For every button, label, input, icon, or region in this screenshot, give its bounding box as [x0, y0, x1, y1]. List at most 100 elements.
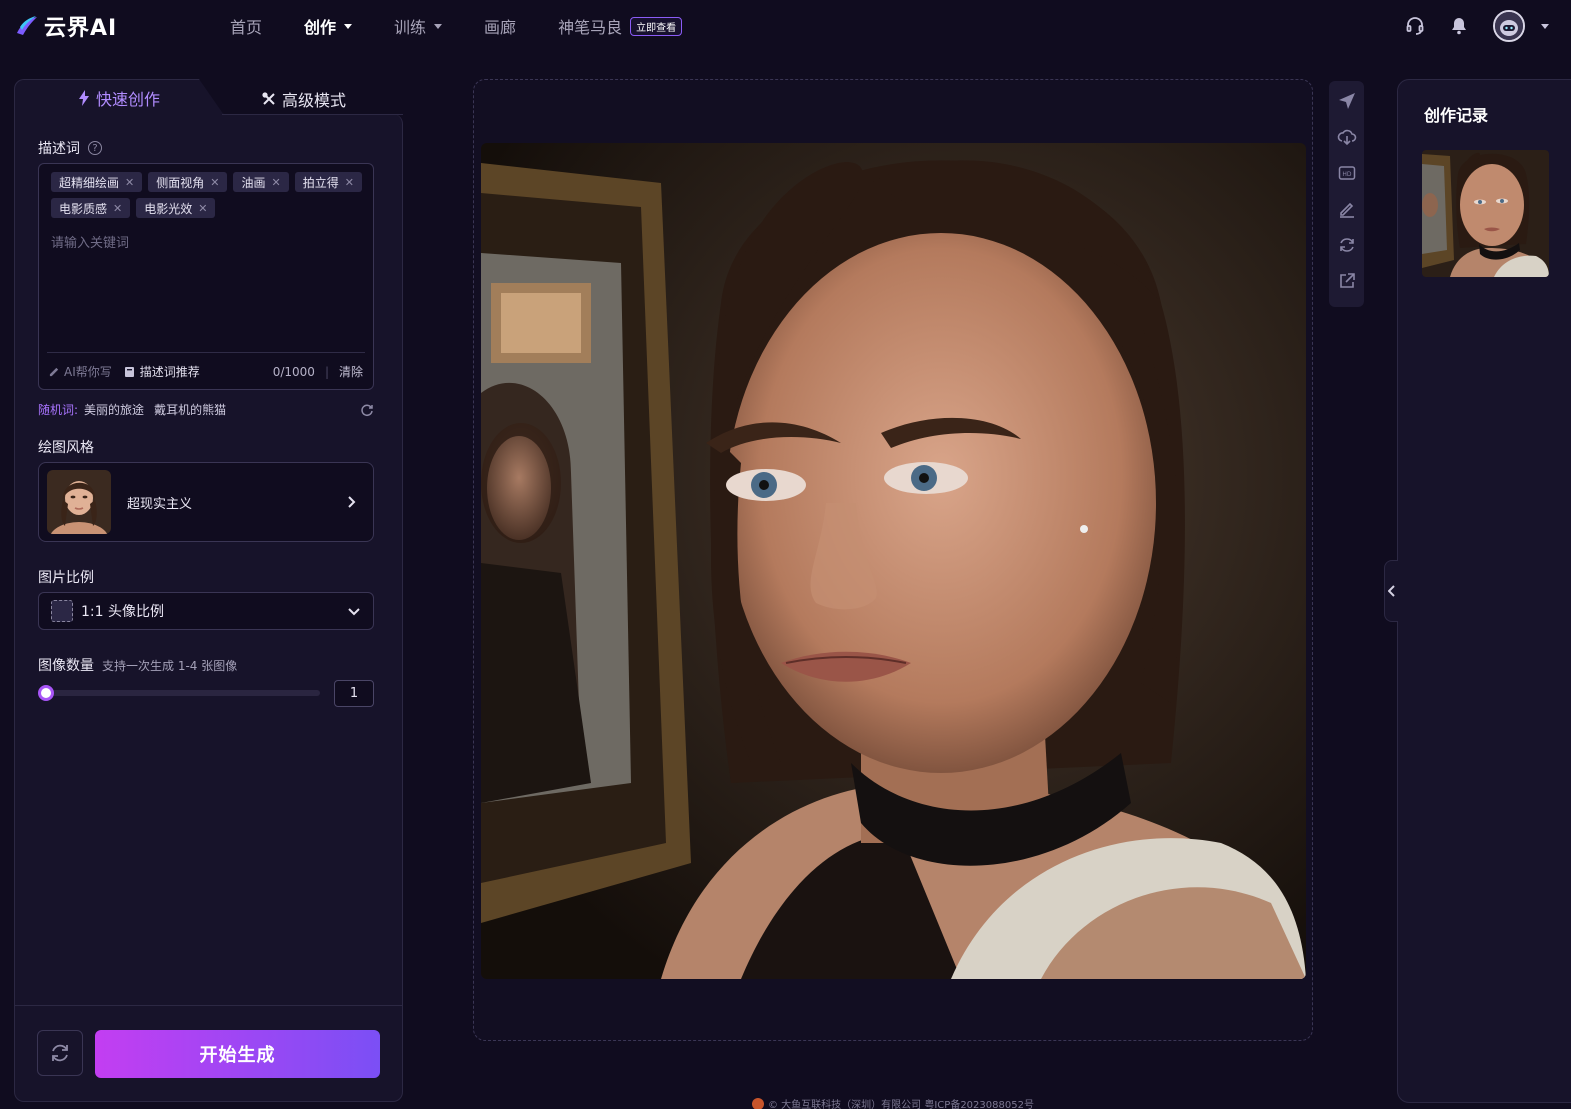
prompt-box[interactable]: 超精细绘画 ✕ 侧面视角 ✕ 油画 ✕ 拍立得 ✕ 电影质感 ✕ 电影光效 ✕ 请输入关键词… [38, 163, 374, 390]
history-title: 创作记录 [1424, 106, 1489, 125]
prompt-label-row: 描述词 ? [38, 138, 102, 158]
prompt-tag-label: 电影光效 [144, 201, 193, 216]
regenerate-icon[interactable] [1337, 235, 1357, 255]
prompt-tag-label: 电影质感 [59, 201, 108, 216]
headset-icon[interactable] [1405, 16, 1425, 36]
tab-advanced-mode-label: 高级模式 [282, 91, 347, 110]
nav-create[interactable]: 创作 [304, 14, 353, 38]
close-icon[interactable]: ✕ [345, 176, 354, 189]
nav-gallery-label: 画廊 [484, 18, 517, 37]
bell-icon[interactable] [1449, 16, 1469, 36]
prompt-tag: 油画 ✕ [233, 172, 289, 192]
prompt-tag: 电影光效 ✕ [136, 198, 216, 218]
prompt-recommend-button[interactable]: 描述词推荐 [124, 363, 200, 380]
prompt-input[interactable]: 请输入关键词 [51, 232, 129, 251]
cloud-download-icon[interactable] [1337, 127, 1357, 147]
prompt-tags: 超精细绘画 ✕ 侧面视角 ✕ 油画 ✕ 拍立得 ✕ 电影质感 ✕ 电影光效 ✕ [51, 172, 367, 218]
send-icon[interactable] [1337, 91, 1357, 111]
style-thumbnail [47, 470, 111, 534]
tab-quick-create-label: 快速创作 [95, 89, 160, 109]
new-badge[interactable]: 立即查看 [630, 16, 683, 36]
ratio-value: 1:1 头像比例 [81, 604, 164, 620]
prompt-tag: 拍立得 ✕ [294, 172, 362, 192]
avatar-robot-icon [1495, 12, 1523, 40]
prompt-label: 描述词 [38, 141, 80, 157]
logo[interactable]: 云界AI [14, 10, 117, 42]
style-selector[interactable]: 超现实主义 [38, 462, 374, 542]
share-icon[interactable] [1337, 271, 1357, 291]
random-word[interactable]: 美丽的旅途 [84, 401, 144, 418]
nav-train-label: 训练 [394, 18, 427, 37]
generate-button[interactable]: 开始生成 [95, 1030, 380, 1078]
close-icon[interactable]: ✕ [210, 176, 219, 189]
edit-icon[interactable] [1337, 199, 1357, 219]
tab-divider [222, 114, 403, 115]
separator: | [324, 364, 329, 379]
ai-write-button[interactable]: AI帮你写 [49, 363, 112, 380]
refresh-icon[interactable] [360, 403, 374, 417]
reset-button[interactable] [37, 1030, 83, 1076]
tools-icon [262, 92, 275, 105]
footer: © 大鱼互联科技（深圳）有限公司 粤ICP备2023088052号 [752, 1096, 1034, 1109]
random-words-label: 随机词: [38, 403, 79, 417]
ratio-label: 图片比例 [38, 570, 94, 586]
nav-home[interactable]: 首页 [230, 14, 262, 38]
prompt-tag: 超精细绘画 ✕ [51, 172, 143, 192]
close-icon[interactable]: ✕ [113, 202, 122, 215]
help-icon[interactable]: ? [88, 141, 102, 155]
char-count: 0/1000 [272, 364, 315, 379]
generated-image[interactable] [481, 143, 1306, 979]
nav-magic-brush-label: 神笔马良 [558, 18, 623, 37]
image-count-input[interactable]: 1 [334, 680, 374, 707]
clear-button[interactable]: 清除 [339, 363, 363, 380]
close-icon[interactable]: ✕ [271, 176, 280, 189]
random-word[interactable]: 戴耳机的熊猫 [154, 401, 226, 418]
history-thumbnail[interactable] [1422, 150, 1549, 277]
image-count-note: 支持一次生成 1-4 张图像 [102, 658, 238, 673]
image-count-slider[interactable] [46, 690, 320, 696]
nav-magic-brush[interactable]: 神笔马良 立即查看 [558, 14, 683, 38]
panel-divider [15, 1005, 402, 1006]
police-badge-icon [752, 1097, 764, 1109]
ratio-select[interactable]: 1:1 头像比例 [38, 592, 374, 630]
nav-gallery[interactable]: 画廊 [484, 14, 516, 38]
svg-text:HD: HD [1342, 171, 1352, 178]
nav-home-label: 首页 [230, 18, 263, 37]
top-bar: 云界AI 首页 创作 训练 画廊 神笔马良 立即查看 [0, 0, 1571, 52]
image-toolbar: HD [1329, 81, 1364, 307]
chevron-right-icon [348, 496, 356, 508]
prompt-divider [47, 352, 365, 353]
top-right-actions [1405, 10, 1549, 42]
tab-advanced-mode[interactable]: 高级模式 [262, 87, 346, 111]
close-icon[interactable]: ✕ [125, 176, 134, 189]
style-name: 超现实主义 [127, 496, 193, 512]
mode-tabs: 快速创作 高级模式 [14, 79, 403, 115]
refresh-icon [52, 1044, 68, 1062]
book-icon [124, 366, 134, 377]
lightning-icon [78, 89, 89, 106]
chevron-left-icon [1387, 585, 1395, 597]
logo-icon [17, 16, 37, 35]
ratio-label-row: 图片比例 [38, 567, 94, 587]
user-menu[interactable] [1493, 10, 1549, 42]
random-words-row: 随机词: 美丽的旅途 戴耳机的熊猫 [38, 401, 374, 418]
chevron-down-icon [348, 608, 360, 616]
history-panel: 创作记录 [1397, 79, 1571, 1103]
collapse-panel-button[interactable] [1384, 560, 1398, 622]
prompt-tag-label: 拍立得 [302, 175, 339, 190]
style-label-row: 绘图风格 [38, 437, 94, 457]
hd-icon[interactable]: HD [1337, 163, 1357, 183]
ai-write-label: AI帮你写 [64, 365, 112, 379]
prompt-tag-label: 油画 [241, 175, 266, 190]
square-ratio-icon [51, 600, 73, 622]
nav-train[interactable]: 训练 [394, 14, 443, 38]
close-icon[interactable]: ✕ [198, 202, 207, 215]
main-nav: 首页 创作 训练 画廊 神笔马良 立即查看 [230, 14, 724, 38]
portrait-image [481, 143, 1306, 979]
chevron-down-icon [434, 23, 443, 29]
tab-quick-create[interactable]: 快速创作 [14, 79, 224, 115]
nav-create-label: 创作 [304, 18, 337, 37]
prompt-tag-label: 超精细绘画 [59, 175, 120, 190]
slider-handle[interactable] [38, 685, 54, 701]
prompt-footer: AI帮你写 描述词推荐 0/1000 | 清除 [49, 363, 363, 380]
